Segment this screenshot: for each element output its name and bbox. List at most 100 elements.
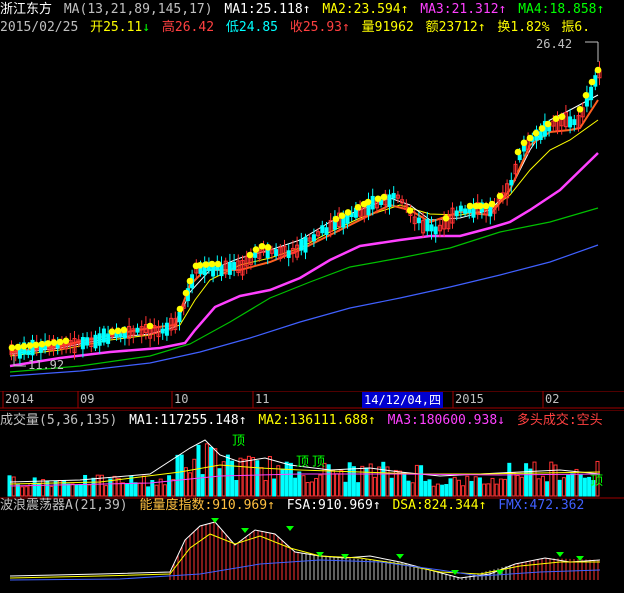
quote-close-arrow: ↑ bbox=[341, 20, 350, 35]
volume-bar bbox=[255, 460, 260, 497]
candle bbox=[433, 226, 438, 235]
candle bbox=[303, 237, 308, 253]
candle bbox=[274, 249, 279, 257]
ma3-value: MA3:21.312 bbox=[420, 2, 499, 17]
volume-bar bbox=[427, 479, 432, 497]
signal-dot bbox=[120, 326, 128, 334]
top-label-3: 顶 bbox=[312, 455, 326, 470]
fmx-value: FMX:472.362 bbox=[498, 498, 585, 513]
volume-title[interactable]: 成交量(5,36,135) bbox=[0, 413, 117, 428]
volume-bar bbox=[91, 477, 96, 497]
candle bbox=[391, 193, 396, 199]
volume-bar bbox=[242, 458, 247, 497]
volume-bar bbox=[217, 468, 222, 497]
ma1-arrow: ↑ bbox=[302, 2, 311, 17]
volume-bar bbox=[473, 476, 478, 497]
volume-bar bbox=[104, 485, 109, 497]
candle bbox=[299, 239, 304, 251]
signal-dot bbox=[338, 212, 346, 219]
dsa-line bbox=[9, 533, 600, 579]
volume-bar bbox=[112, 475, 117, 497]
volume-bar bbox=[465, 475, 470, 497]
volume-bar bbox=[251, 457, 256, 497]
oscillator-bars bbox=[169, 522, 599, 580]
volume-bar bbox=[561, 477, 566, 497]
signal-dot bbox=[354, 203, 362, 211]
volume-ma2-arrow: ↑ bbox=[367, 413, 376, 428]
volume-bar bbox=[566, 474, 571, 497]
fsa-line bbox=[9, 521, 601, 579]
signal-dot bbox=[526, 134, 534, 142]
volume-bar bbox=[141, 475, 146, 497]
volume-bar bbox=[482, 483, 487, 497]
signal-dot bbox=[532, 129, 540, 137]
candle bbox=[232, 262, 237, 270]
quote-turnover: 换1.82% bbox=[497, 20, 550, 35]
volume-bar bbox=[154, 484, 159, 497]
volume-bar bbox=[431, 485, 436, 497]
volume-bar bbox=[435, 483, 440, 497]
signal-dot bbox=[50, 339, 58, 347]
candle bbox=[219, 264, 224, 277]
candle bbox=[429, 224, 434, 232]
volume-bar bbox=[335, 473, 340, 497]
signal-dot bbox=[582, 92, 590, 99]
volume-bar bbox=[498, 478, 503, 497]
volume-bar bbox=[78, 483, 83, 497]
candle bbox=[589, 86, 594, 101]
volume-bar bbox=[490, 477, 495, 497]
volume-bar bbox=[41, 479, 46, 497]
volume-bar bbox=[477, 477, 482, 497]
signal-triangle bbox=[286, 526, 294, 531]
volume-ma2: MA2:136111.688 bbox=[258, 413, 368, 428]
signal-triangle bbox=[576, 556, 584, 561]
volume-bar bbox=[188, 472, 193, 497]
volume-bar bbox=[503, 478, 508, 497]
top-label-1: 顶 bbox=[232, 434, 246, 449]
volume-bar bbox=[204, 443, 209, 497]
volume-bar bbox=[377, 466, 382, 497]
volume-bar bbox=[469, 480, 474, 497]
volume-bar bbox=[536, 478, 541, 497]
volume-bar bbox=[293, 477, 298, 497]
volume-bar bbox=[87, 484, 92, 497]
signal-dot bbox=[482, 202, 490, 210]
volume-bar bbox=[213, 448, 218, 497]
axis-label-10: 10 bbox=[174, 392, 189, 406]
signal-dot bbox=[544, 120, 552, 128]
candle bbox=[286, 250, 291, 258]
candle bbox=[227, 262, 232, 275]
volume-bar bbox=[515, 474, 520, 497]
candle bbox=[572, 119, 577, 126]
cursor-date-box: 14/12/04,四 bbox=[362, 392, 444, 408]
ma-params: MA(13,21,89,145,17) bbox=[63, 2, 213, 17]
volume-bar bbox=[309, 481, 314, 497]
stock-name[interactable]: 浙江东方 bbox=[0, 2, 52, 17]
quote-open-arrow: ↓ bbox=[142, 20, 151, 35]
volume-bar bbox=[183, 467, 188, 497]
axis-label-09: 09 bbox=[80, 392, 95, 406]
fsa-arrow: ↑ bbox=[372, 498, 381, 513]
signal-triangle bbox=[556, 552, 564, 557]
volume-bar bbox=[209, 446, 214, 497]
axis-label-02: 02 bbox=[545, 392, 560, 406]
signal-dot bbox=[264, 244, 272, 251]
volume-bar bbox=[120, 482, 125, 497]
volume-bar bbox=[448, 478, 453, 497]
candle bbox=[101, 328, 106, 343]
volume-bar bbox=[116, 477, 121, 497]
volume-bar bbox=[461, 485, 466, 497]
volume-bar bbox=[553, 464, 558, 497]
price-chart[interactable] bbox=[0, 0, 624, 390]
signal-dot bbox=[258, 243, 266, 250]
volume-bar bbox=[221, 461, 226, 497]
oscillator-title[interactable]: 波浪震荡器A(21,39) bbox=[0, 498, 128, 513]
candle bbox=[538, 131, 543, 141]
signal-dot bbox=[514, 148, 522, 156]
volume-header: 成交量(5,36,135) MA1:117255.148↑ MA2:136111… bbox=[0, 413, 607, 429]
volume-bar bbox=[557, 479, 562, 497]
signal-triangle bbox=[396, 554, 404, 559]
candle bbox=[320, 225, 325, 234]
signal-dot bbox=[466, 202, 474, 210]
signal-dot bbox=[26, 342, 34, 349]
